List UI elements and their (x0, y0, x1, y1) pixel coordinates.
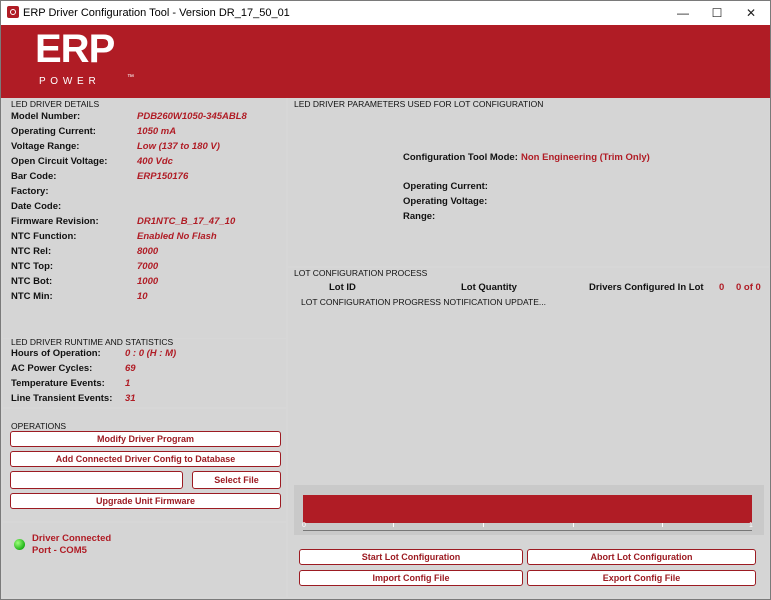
model-number-label: Model Number: (11, 111, 81, 122)
ntc-bot-value: 1000 (137, 276, 159, 287)
import-config-file-button[interactable]: Import Config File (299, 570, 523, 586)
config-mode-label: Configuration Tool Mode: (403, 152, 518, 163)
firmware-file-input[interactable] (10, 471, 183, 489)
model-number-value: PDB260W1050-345ABL8 (137, 111, 247, 122)
param-operating-current-label: Operating Current: (403, 181, 488, 192)
ntc-rel-value: 8000 (137, 246, 159, 257)
open-circuit-voltage-label: Open Circuit Voltage: (11, 156, 108, 167)
progress-scale-min: 0 (302, 522, 306, 529)
progress-notification-text: LOT CONFIGURATION PROGRESS NOTIFICATION … (301, 297, 546, 307)
ntc-rel-label: NTC Rel: (11, 246, 52, 257)
lot-config-title: LOT CONFIGURATION PROCESS (294, 268, 428, 278)
erp-power-logo: ERP P O W E R ™ (35, 27, 134, 93)
drivers-configured-count: 0 (719, 282, 725, 293)
voltage-range-label: Voltage Range: (11, 141, 80, 152)
start-lot-configuration-button[interactable]: Start Lot Configuration (299, 549, 523, 565)
ntc-bot-label: NTC Bot: (11, 276, 53, 287)
param-range-label: Range: (403, 211, 436, 222)
modify-driver-program-button[interactable]: Modify Driver Program (10, 431, 281, 447)
param-operating-voltage-label: Operating Voltage: (403, 196, 488, 207)
upgrade-firmware-button[interactable]: Upgrade Unit Firmware (10, 493, 281, 509)
app-icon (7, 6, 19, 18)
bar-code-value: ERP150176 (137, 171, 189, 182)
lot-id-header: Lot ID (329, 282, 356, 293)
temperature-events-label: Temperature Events: (11, 378, 105, 389)
progress-bar (303, 495, 752, 523)
select-file-button[interactable]: Select File (192, 471, 281, 489)
runtime-title: LED DRIVER RUNTIME AND STATISTICS (11, 337, 174, 347)
factory-label: Factory: (11, 186, 49, 197)
ntc-top-value: 7000 (137, 261, 159, 272)
ntc-function-label: NTC Function: (11, 231, 77, 242)
temperature-events-value: 1 (125, 378, 131, 389)
line-transient-events-label: Line Transient Events: (11, 393, 113, 404)
window-title: ERP Driver Configuration Tool - Version … (23, 7, 290, 19)
details-title: LED DRIVER DETAILS (11, 99, 100, 109)
add-config-to-database-button[interactable]: Add Connected Driver Config to Database (10, 451, 281, 467)
progress-scale (303, 523, 752, 531)
brand-banner: ERP P O W E R ™ (1, 25, 770, 98)
date-code-label: Date Code: (11, 201, 62, 212)
ac-power-cycles-label: AC Power Cycles: (11, 363, 93, 374)
title-bar: ERP Driver Configuration Tool - Version … (1, 1, 770, 25)
abort-lot-configuration-button[interactable]: Abort Lot Configuration (527, 549, 756, 565)
minimize-button[interactable]: — (666, 1, 700, 25)
driver-connected-text: Driver Connected (32, 533, 112, 544)
maximize-button[interactable]: ☐ (700, 1, 734, 25)
lot-config-panel (288, 268, 769, 597)
ntc-min-label: NTC Min: (11, 291, 53, 302)
logo-wordmark: ERP (35, 27, 115, 71)
drivers-configured-total: 0 of 0 (736, 282, 761, 293)
logo-trademark: ™ (127, 74, 134, 81)
config-mode-value: Non Engineering (Trim Only) (521, 152, 650, 163)
progress-scale-max: 1 (749, 522, 753, 529)
line-transient-events-value: 31 (125, 393, 136, 404)
hours-value: 0 : 0 (H : M) (125, 348, 177, 359)
parameters-panel (288, 98, 769, 266)
app-window: ERP Driver Configuration Tool - Version … (0, 0, 771, 600)
firmware-revision-label: Firmware Revision: (11, 216, 99, 227)
lot-quantity-header: Lot Quantity (461, 282, 517, 293)
ntc-function-value: Enabled No Flash (137, 231, 217, 242)
voltage-range-value: Low (137 to 180 V) (137, 141, 220, 152)
operating-current-label: Operating Current: (11, 126, 96, 137)
ntc-top-label: NTC Top: (11, 261, 54, 272)
logo-power-text: P O W E R (39, 76, 97, 87)
operating-current-value: 1050 mA (137, 126, 177, 137)
operations-title: OPERATIONS (11, 421, 67, 431)
hours-label: Hours of Operation: (11, 348, 101, 359)
port-text: Port - COM5 (32, 545, 87, 556)
connection-status-led-icon (14, 539, 25, 550)
firmware-revision-value: DR1NTC_B_17_47_10 (137, 216, 236, 227)
bar-code-label: Bar Code: (11, 171, 57, 182)
ntc-min-value: 10 (137, 291, 148, 302)
parameters-title: LED DRIVER PARAMETERS USED FOR LOT CONFI… (294, 99, 544, 109)
open-circuit-voltage-value: 400 Vdc (137, 156, 173, 167)
close-button[interactable]: ✕ (734, 1, 768, 25)
drivers-configured-header: Drivers Configured In Lot (589, 282, 704, 293)
ac-power-cycles-value: 69 (125, 363, 136, 374)
export-config-file-button[interactable]: Export Config File (527, 570, 756, 586)
